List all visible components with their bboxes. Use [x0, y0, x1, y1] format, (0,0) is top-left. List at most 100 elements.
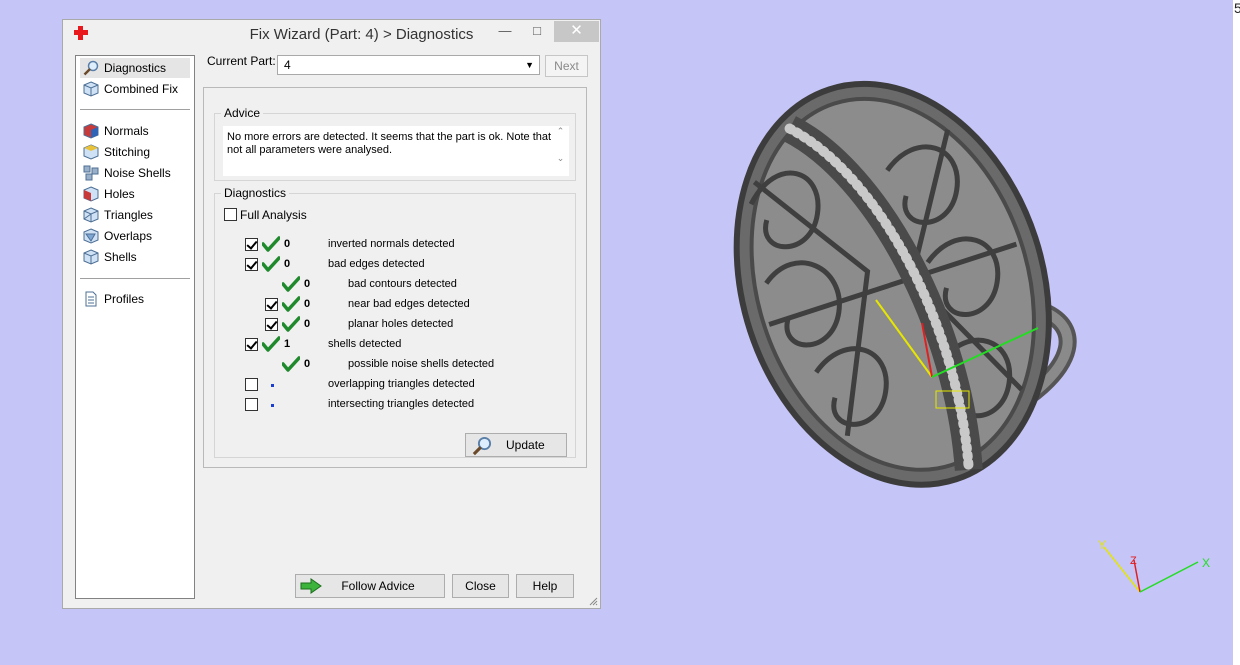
nav-item-shells[interactable]: Shells [80, 247, 190, 267]
window-title: Fix Wizard (Part: 4) > Diagnostics [249, 26, 474, 43]
current-part-label: Current Part: [207, 54, 276, 68]
edge-character: 5 [1234, 0, 1240, 16]
nav-item-label: Profiles [104, 292, 145, 306]
diag-label: planar holes detected [348, 318, 454, 330]
update-button[interactable]: Update [465, 433, 567, 457]
nav-item-normals[interactable]: Normals [80, 121, 190, 141]
current-part-value: 4 [284, 58, 291, 72]
wizard-nav: Diagnostics Combined Fix Normals Stitchi… [75, 55, 195, 599]
advice-title: Advice [221, 106, 264, 120]
update-label: Update [506, 438, 545, 452]
stitching-cube-icon [83, 144, 99, 160]
chevron-down-icon: ▼ [525, 60, 534, 70]
scroll-down-icon[interactable]: ⌄ [553, 153, 568, 164]
shells-cube-icon [83, 249, 99, 265]
diag-row-checkbox[interactable] [245, 338, 258, 351]
ring-model-render[interactable] [700, 80, 1120, 530]
diagnostics-title: Diagnostics [221, 186, 290, 200]
diag-row-checkbox[interactable] [245, 238, 258, 251]
diag-label: near bad edges detected [348, 298, 470, 310]
diag-count: 0 [304, 358, 311, 370]
diagnostics-group: Diagnostics Full Analysis 0 inverted nor… [214, 186, 576, 458]
check-mark-icon [262, 236, 280, 252]
follow-advice-button[interactable]: Follow Advice [295, 574, 445, 598]
next-button[interactable]: Next [545, 55, 588, 77]
magnifier-icon [83, 60, 99, 76]
not-analysed-dot-icon [271, 384, 274, 387]
diag-label: inverted normals detected [328, 238, 455, 250]
close-button[interactable]: Close [452, 574, 509, 598]
title-bar[interactable]: Fix Wizard (Part: 4) > Diagnostics — □ ✕ [63, 20, 600, 48]
close-window-button[interactable]: ✕ [554, 21, 599, 42]
diag-count: 0 [284, 238, 291, 250]
x-axis-label: X [1202, 556, 1210, 570]
advice-text: No more errors are detected. It seems th… [223, 126, 569, 176]
y-axis-label: Y [1098, 538, 1106, 552]
full-analysis-label: Full Analysis [240, 208, 307, 222]
nav-item-label: Triangles [104, 208, 153, 222]
nav-divider [80, 278, 190, 279]
nav-item-overlaps[interactable]: Overlaps [80, 226, 190, 246]
help-button[interactable]: Help [516, 574, 574, 598]
noise-shells-icon [83, 165, 99, 181]
nav-item-label: Diagnostics [104, 61, 167, 75]
diag-count: 0 [284, 258, 291, 270]
fix-wizard-dialog: Fix Wizard (Part: 4) > Diagnostics — □ ✕… [62, 19, 601, 609]
nav-item-combined-fix[interactable]: Combined Fix [80, 79, 190, 99]
diag-row-checkbox[interactable] [265, 298, 278, 311]
nav-item-stitching[interactable]: Stitching [80, 142, 190, 162]
nav-item-label: Normals [104, 124, 149, 138]
screen-edge-strip [1233, 0, 1240, 665]
scroll-up-icon[interactable]: ⌃ [553, 126, 568, 137]
diag-label: bad edges detected [328, 258, 425, 270]
nav-divider [80, 109, 190, 110]
nav-item-label: Combined Fix [104, 82, 179, 96]
nav-item-label: Shells [104, 250, 137, 264]
diag-row-checkbox[interactable] [245, 378, 258, 391]
diag-label: possible noise shells detected [348, 358, 495, 370]
arrow-right-icon [300, 578, 322, 594]
resize-grip-icon[interactable] [588, 596, 598, 606]
document-icon [85, 291, 97, 307]
nav-item-triangles[interactable]: Triangles [80, 205, 190, 225]
maximize-button[interactable]: □ [523, 21, 551, 42]
cube-icon [83, 81, 99, 97]
overlaps-cube-icon [83, 228, 99, 244]
diag-label: shells detected [328, 338, 402, 350]
nav-item-noise-shells[interactable]: Noise Shells [80, 163, 190, 183]
holes-cube-icon [83, 186, 99, 202]
check-mark-icon [262, 256, 280, 272]
check-mark-icon [282, 276, 300, 292]
diag-label: overlapping triangles detected [328, 378, 475, 390]
axes-gizmo: Y Z X [1098, 538, 1210, 593]
full-analysis-checkbox[interactable] [224, 208, 237, 221]
diag-label: intersecting triangles detected [328, 398, 475, 410]
diag-row-checkbox[interactable] [265, 318, 278, 331]
nav-item-label: Stitching [104, 145, 151, 159]
check-mark-icon [282, 296, 300, 312]
normals-cube-icon [83, 123, 99, 139]
diagnostics-panel: Advice No more errors are detected. It s… [203, 87, 587, 468]
diag-count: 0 [304, 278, 311, 290]
advice-group: Advice No more errors are detected. It s… [214, 106, 576, 181]
diag-row-checkbox[interactable] [245, 258, 258, 271]
nav-item-profiles[interactable]: Profiles [80, 289, 190, 309]
diag-label: bad contours detected [348, 278, 457, 290]
not-analysed-dot-icon [271, 404, 274, 407]
z-axis-label: Z [1130, 555, 1137, 567]
check-mark-icon [282, 356, 300, 372]
current-part-select[interactable]: 4 ▼ [277, 55, 540, 75]
nav-item-label: Holes [104, 187, 135, 201]
nav-item-holes[interactable]: Holes [80, 184, 190, 204]
advice-scrollbar[interactable]: ⌃ ⌄ [553, 126, 568, 176]
minimize-button[interactable]: — [491, 21, 519, 42]
follow-advice-label: Follow Advice [341, 579, 415, 593]
diag-count: 0 [304, 318, 311, 330]
check-mark-icon [262, 336, 280, 352]
nav-item-label: Noise Shells [104, 166, 171, 180]
nav-item-label: Overlaps [104, 229, 153, 243]
triangles-cube-icon [83, 207, 99, 223]
diag-row-checkbox[interactable] [245, 398, 258, 411]
magnifier-icon [472, 436, 492, 456]
nav-item-diagnostics[interactable]: Diagnostics [80, 58, 190, 78]
